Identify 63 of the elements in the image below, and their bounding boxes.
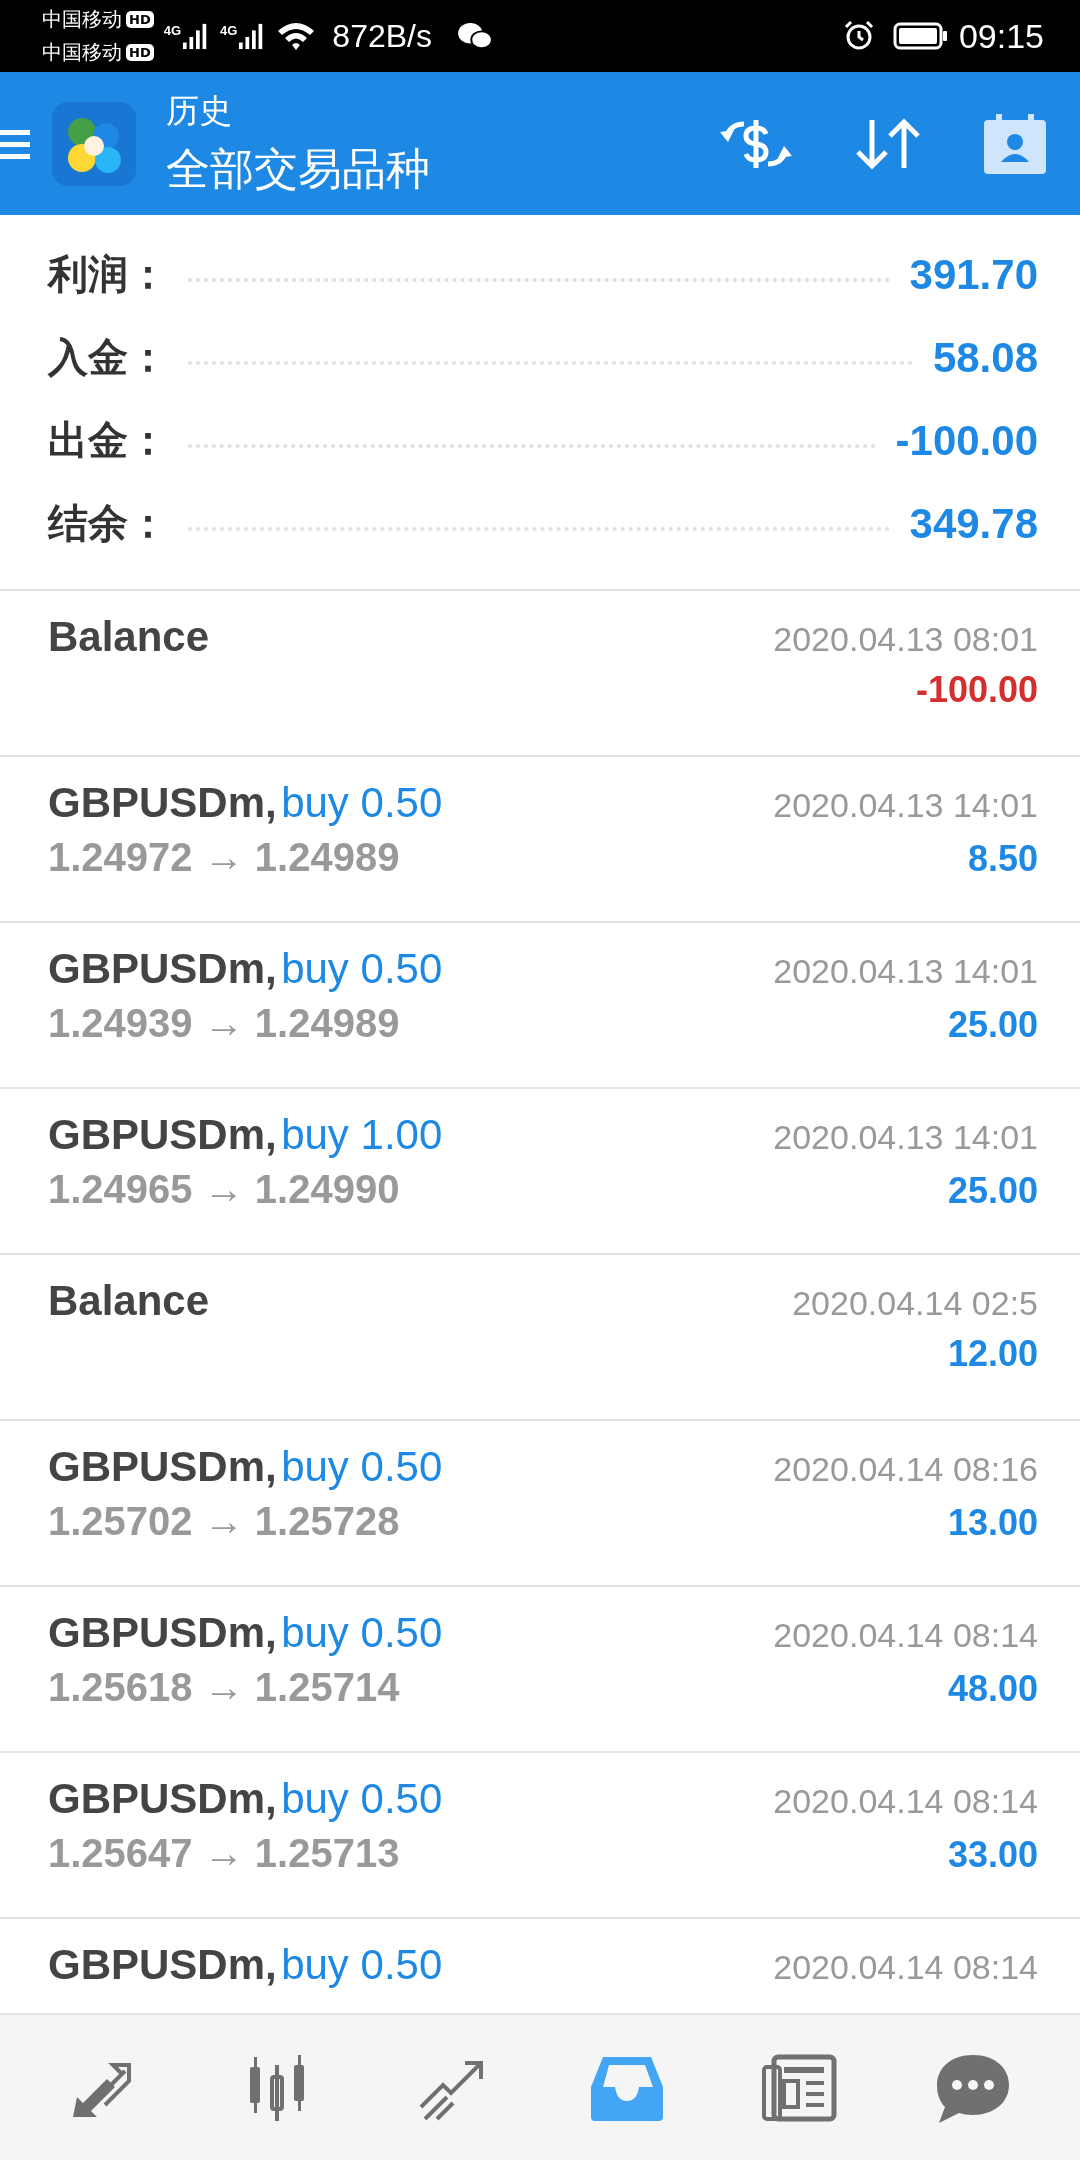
network-type: 4G	[220, 23, 238, 38]
battery-icon	[892, 22, 949, 50]
summary-label: 出金：	[48, 416, 168, 465]
deal-amount: -100.00	[915, 669, 1038, 711]
deal-time: 2020.04.14 02:5	[792, 1284, 1038, 1323]
deal-prices: 1.25618 → 1.25714	[48, 1665, 400, 1710]
deal-side: buy 0.50	[281, 1609, 443, 1656]
screen-title: 历史	[166, 89, 233, 132]
deal-prices: 1.24939 → 1.24989	[48, 1001, 400, 1046]
deal-symbol: GBPUSDm,	[48, 945, 277, 992]
chat-bubbles-icon	[456, 21, 494, 51]
newspaper-icon[interactable]	[759, 2052, 840, 2123]
deal-prices: 1.25647 → 1.25713	[48, 1831, 400, 1876]
hd-badge: HD	[126, 44, 154, 61]
network-speed: 872B/s	[332, 17, 432, 55]
carrier-name: 中国移动	[42, 39, 122, 66]
deal-title: Balance	[48, 613, 210, 661]
deal-amount: 25.00	[947, 1004, 1038, 1046]
summary-label: 利润：	[48, 250, 168, 299]
network-type: 4G	[163, 23, 181, 38]
deal-side: buy 0.50	[281, 779, 443, 826]
deal-amount: 8.50	[967, 838, 1038, 880]
deal-prices: 1.24965 → 1.24990	[48, 1167, 400, 1212]
deal-symbol: GBPUSDm,	[48, 1609, 277, 1656]
summary-label: 结余：	[48, 499, 168, 548]
deal-symbol: GBPUSDm,	[48, 1443, 277, 1490]
clock-time: 09:15	[958, 16, 1044, 56]
summary-value: 349.78	[909, 499, 1038, 548]
deal-title: Balance	[48, 1277, 210, 1325]
summary-label: 入金：	[48, 333, 168, 382]
deal-side: buy 0.50	[281, 945, 443, 992]
deal-side: buy 0.50	[281, 1775, 443, 1822]
deal-amount: 25.00	[947, 1170, 1038, 1212]
symbol-filter[interactable]: 全部交易品种	[166, 139, 430, 199]
app-logo-icon	[52, 101, 136, 186]
carrier-name: 中国移动	[42, 6, 122, 33]
deal-symbol: GBPUSDm,	[48, 779, 277, 826]
deal-symbol: GBPUSDm,	[48, 1111, 277, 1158]
alarm-icon	[842, 20, 875, 52]
deal-symbol: GBPUSDm,	[48, 1941, 277, 1988]
deal-amount: 33.00	[947, 1834, 1038, 1876]
deal-amount: 48.00	[947, 1668, 1038, 1710]
deal-time: 2020.04.13 14:01	[773, 1118, 1038, 1157]
deal-prices: 1.25702 → 1.25728	[48, 1499, 400, 1544]
deal-amount: 12.00	[947, 1333, 1038, 1375]
deal-amount: 13.00	[947, 1502, 1038, 1544]
deal-time: 2020.04.13 08:01	[773, 620, 1038, 659]
deal-prices: 1.24972 → 1.24989	[48, 835, 400, 880]
deal-time: 2020.04.13 14:01	[773, 786, 1038, 825]
wifi-icon	[276, 21, 317, 51]
deal-time: 2020.04.14 08:14	[773, 1616, 1038, 1655]
deal-time: 2020.04.13 14:01	[773, 952, 1038, 991]
deal-side: buy 0.50	[281, 1941, 443, 1988]
deal-side: buy 0.50	[281, 1443, 443, 1490]
deal-time: 2020.04.14 08:16	[773, 1450, 1038, 1489]
summary-value: 58.08	[932, 333, 1038, 382]
deal-time: 2020.04.14 08:14	[773, 1782, 1038, 1821]
deal-symbol: GBPUSDm,	[48, 1775, 277, 1822]
deal-time: 2020.04.14 08:14	[773, 1948, 1038, 1987]
summary-value: 391.70	[909, 250, 1038, 299]
hd-badge: HD	[126, 11, 154, 28]
deal-side: buy 1.00	[281, 1111, 443, 1158]
summary-value: -100.00	[895, 416, 1038, 465]
